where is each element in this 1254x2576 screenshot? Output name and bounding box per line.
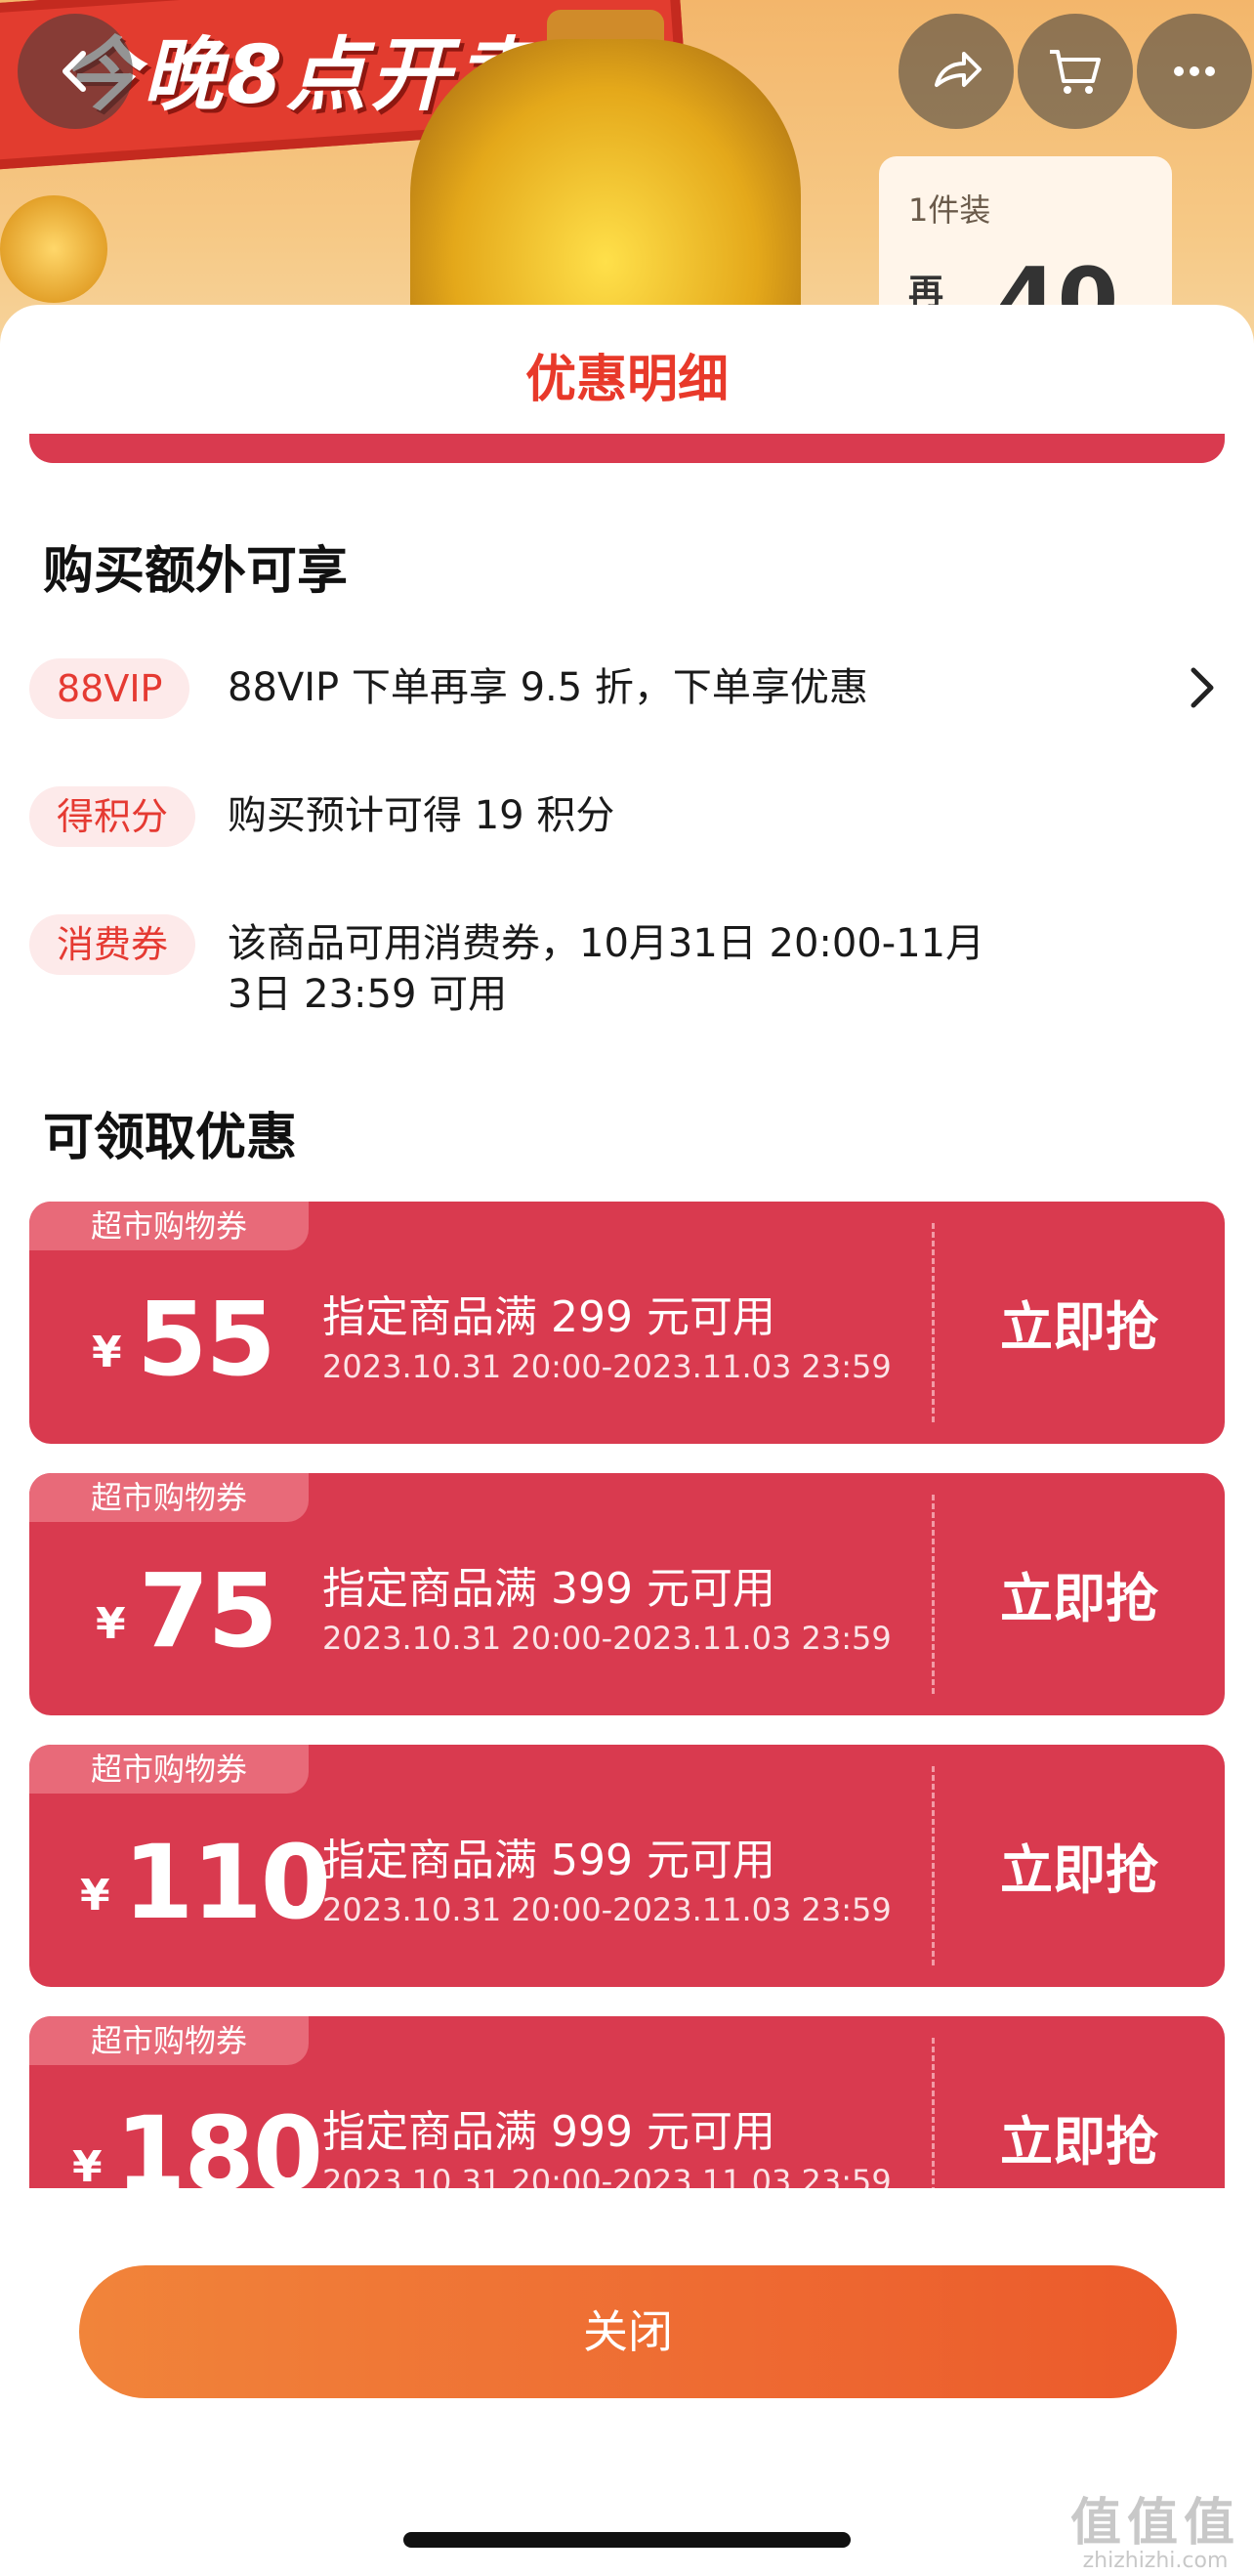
currency-symbol: ¥	[92, 1328, 122, 1377]
grab-coupon-button[interactable]: 立即抢	[967, 1284, 1191, 1361]
pack-label: 1件装	[908, 191, 991, 229]
currency-symbol: ¥	[80, 1871, 110, 1921]
coupon-validity: 2023.10.31 20:00-2023.11.03 23:59	[322, 1348, 892, 1385]
share-button[interactable]	[899, 14, 1014, 129]
share-icon	[935, 52, 982, 87]
watermark-logo: 值值值	[1069, 2494, 1240, 2553]
more-icon	[1174, 66, 1215, 76]
perk-tag-88vip: 88VIP	[29, 658, 190, 719]
coupon-divider	[932, 1766, 935, 1965]
coupon-condition: 指定商品满 999 元可用	[322, 2107, 775, 2157]
coupon-list: 超市购物券 ¥ 55 指定商品满 299 元可用 2023.10.31 20:0…	[0, 894, 1254, 2188]
coupon-card: 超市购物券 ¥ 110 指定商品满 599 元可用 2023.10.31 20:…	[29, 1745, 1225, 1987]
coupon-amount: 75	[139, 1551, 278, 1670]
coupon-validity: 2023.10.31 20:00-2023.11.03 23:59	[322, 1620, 892, 1657]
perk-tag-points: 得积分	[29, 786, 196, 847]
currency-symbol: ¥	[96, 1599, 126, 1649]
chevron-right-icon[interactable]	[1182, 664, 1221, 711]
coupon-amount: 180	[115, 2094, 323, 2188]
coupon-card: 超市购物券 ¥ 180 指定商品满 999 元可用 2023.10.31 20:…	[29, 2016, 1225, 2188]
cart-icon	[1050, 50, 1101, 94]
coupon-badge: 超市购物券	[29, 2016, 309, 2065]
coupon-badge: 超市购物券	[29, 1745, 309, 1794]
cart-button[interactable]	[1018, 14, 1133, 129]
site-watermark: 值值值 zhizhizhi.com	[1070, 2481, 1240, 2573]
coupon-condition: 指定商品满 299 元可用	[322, 1292, 775, 1342]
grab-coupon-button[interactable]: 立即抢	[967, 1827, 1191, 1904]
coupon-amount: 55	[137, 1280, 276, 1399]
coupon-badge: 超市购物券	[29, 1202, 309, 1250]
extra-benefits-heading: 购买额外可享	[43, 542, 349, 601]
coupon-validity: 2023.10.31 20:00-2023.11.03 23:59	[322, 2163, 892, 2188]
coupon-condition: 指定商品满 599 元可用	[322, 1836, 775, 1885]
coupon-validity: 2023.10.31 20:00-2023.11.03 23:59	[322, 1891, 892, 1928]
perk-text-points: 购买预计可得 19 积分	[228, 793, 615, 838]
currency-symbol: ¥	[72, 2142, 103, 2188]
coupon-card: 超市购物券 ¥ 55 指定商品满 299 元可用 2023.10.31 20:0…	[29, 1202, 1225, 1444]
back-button[interactable]	[18, 14, 133, 129]
back-icon	[63, 51, 86, 92]
coupon-divider	[932, 1495, 935, 1694]
watermark-site: zhizhizhi.com	[1082, 2549, 1229, 2573]
grab-coupon-button[interactable]: 立即抢	[967, 2098, 1191, 2175]
coupon-amount: 110	[123, 1823, 331, 1942]
price-banner-strip	[29, 434, 1225, 463]
coupon-divider	[932, 1223, 935, 1422]
coupon-condition: 指定商品满 399 元可用	[322, 1564, 775, 1614]
home-indicator[interactable]	[403, 2532, 851, 2548]
more-button[interactable]	[1137, 14, 1252, 129]
perk-text-88vip: 88VIP 下单再享 9.5 折，下单享优惠	[228, 665, 868, 710]
coin-decoration	[0, 195, 107, 303]
grab-coupon-button[interactable]: 立即抢	[967, 1555, 1191, 1632]
coupon-card: 超市购物券 ¥ 75 指定商品满 399 元可用 2023.10.31 20:0…	[29, 1473, 1225, 1715]
coupon-divider	[932, 2038, 935, 2188]
close-button[interactable]: 关闭	[79, 2265, 1177, 2398]
sheet-title: 优惠明细	[524, 351, 729, 409]
coupon-badge: 超市购物券	[29, 1473, 309, 1522]
